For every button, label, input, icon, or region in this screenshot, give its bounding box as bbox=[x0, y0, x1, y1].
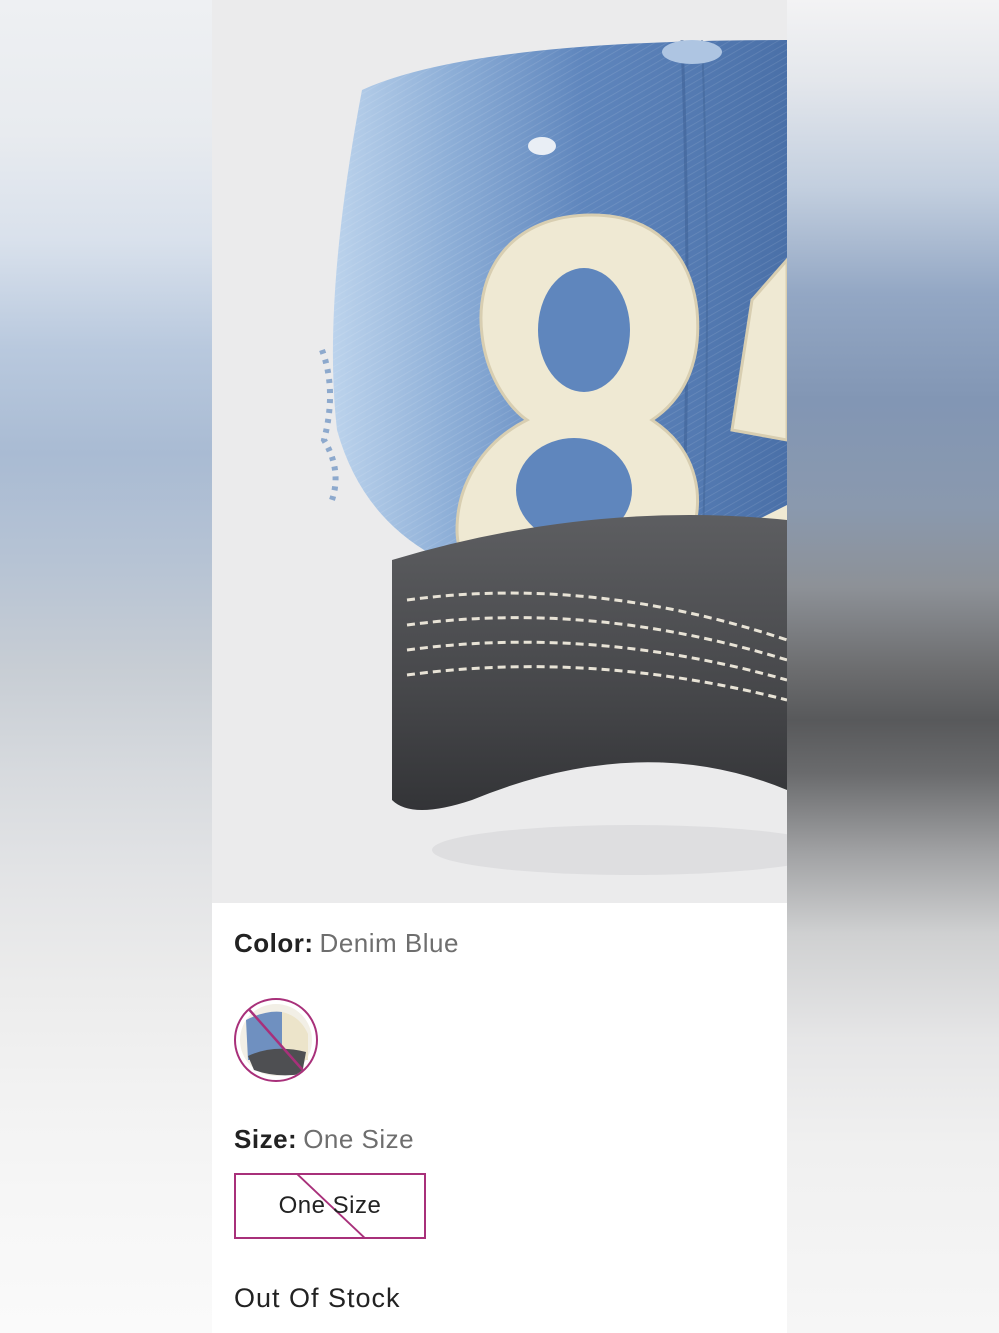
product-page: Color: Denim Blue Size: One Size One Size … bbox=[0, 0, 999, 1333]
product-image[interactable] bbox=[212, 0, 787, 903]
size-option-label: One Size bbox=[278, 1192, 382, 1219]
color-swatch-denim-blue[interactable] bbox=[234, 998, 318, 1082]
cap-illustration bbox=[212, 0, 787, 903]
size-option-one-size[interactable]: One Size bbox=[234, 1173, 426, 1239]
color-attribute: Color: Denim Blue bbox=[234, 928, 459, 959]
stock-status: Out Of Stock bbox=[234, 1283, 401, 1313]
size-attribute: Size: One Size bbox=[234, 1124, 414, 1155]
product-detail-panel: Color: Denim Blue Size: One Size One Size … bbox=[212, 0, 787, 1333]
size-label: Size: bbox=[234, 1124, 298, 1154]
swatch-thumbnail bbox=[240, 1004, 312, 1077]
color-label: Color: bbox=[234, 928, 314, 958]
size-value: One Size bbox=[303, 1124, 415, 1154]
color-value: Denim Blue bbox=[319, 928, 459, 958]
blurred-backdrop-left bbox=[0, 0, 212, 1333]
blurred-backdrop-right bbox=[787, 0, 999, 1333]
